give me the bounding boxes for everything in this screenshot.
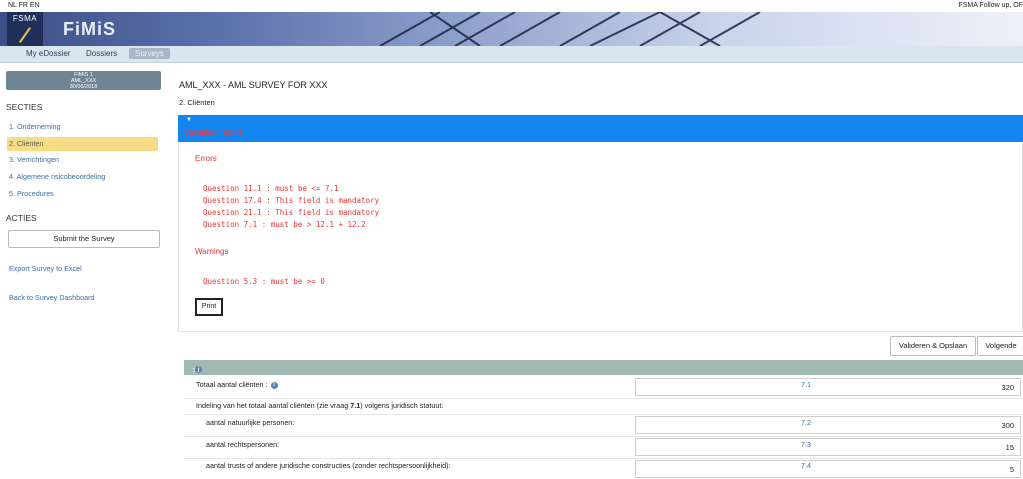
section-title: 2. Cliënten: [179, 98, 215, 107]
error-item: Question 7.1 : must be > 12.1 + 12.2: [203, 220, 366, 229]
validate-save-button[interactable]: Valideren & Opslaan: [890, 336, 976, 356]
trusts-input[interactable]: 5: [635, 460, 1021, 478]
total-clients-input[interactable]: 320: [635, 378, 1021, 396]
sidebar-item-risicobeoordeling[interactable]: 4. Algemene risicobeoordeling: [7, 170, 158, 184]
caret-down-icon: ▼: [186, 117, 192, 123]
error-item: Question 17.4 : This field is mandatory: [203, 196, 380, 205]
language-switcher[interactable]: NL FR EN: [8, 0, 40, 12]
validation-report-label: Validation report: [184, 128, 242, 137]
nav-dossiers[interactable]: Dossiers: [86, 49, 117, 58]
nav-my-edossier[interactable]: My eDossier: [26, 49, 70, 58]
acties-heading: ACTIES: [6, 213, 37, 223]
submit-survey-button[interactable]: Submit the Survey: [8, 230, 160, 248]
sidebar-item-procedures[interactable]: 5. Procedures: [7, 187, 158, 201]
main-nav: My eDossier Dossiers Surveys: [0, 46, 1023, 63]
back-dashboard-link[interactable]: Back to Survey Dashboard: [9, 293, 95, 302]
header-banner: [0, 12, 1023, 46]
legal-persons-input[interactable]: 15: [635, 438, 1021, 456]
error-item: Question 21.1 : This field is mandatory: [203, 208, 380, 217]
section-header-aantal-clienten: 7. Aantal cliënteni: [184, 360, 1023, 393]
validation-report-panel: [178, 142, 1023, 332]
sidebar-item-clienten[interactable]: 2. Cliënten: [7, 137, 158, 151]
top-bar: NL FR EN FSMA Follow up, OF: [0, 0, 1023, 12]
fsma-logo: FSMA: [7, 12, 43, 46]
banner-lines-graphic: [379, 12, 761, 46]
user-menu[interactable]: FSMA Follow up, OF: [958, 0, 1023, 12]
info-icon[interactable]: i: [195, 366, 202, 373]
nav-surveys[interactable]: Surveys: [129, 48, 170, 59]
export-excel-link[interactable]: Export Survey to Excel: [9, 264, 82, 273]
natural-persons-input[interactable]: 300: [635, 416, 1021, 434]
secties-heading: SECTIES: [6, 102, 43, 112]
errors-heading: Errors: [195, 154, 217, 163]
next-button[interactable]: Volgende: [977, 336, 1023, 356]
survey-info-card: FiMiS 1 AML_XXX 30/06/2018: [6, 71, 161, 90]
sidebar-item-verrichtingen[interactable]: 3. Verrichtingen: [7, 153, 158, 167]
warnings-heading: Warnings: [195, 247, 229, 256]
sidebar-item-onderneming[interactable]: 1. Onderneming: [7, 120, 158, 134]
error-item: Question 11.1 : must be <= 7.1: [203, 184, 339, 193]
form-row: Indeling van het totaal aantal cliënten …: [184, 398, 1023, 415]
warning-item: Question 5.3 : must be >= 0: [203, 277, 325, 286]
validation-report-toggle[interactable]: ▼ Validation report: [178, 115, 1023, 142]
print-button[interactable]: Print: [195, 298, 223, 316]
app-brand: FiMiS: [63, 19, 116, 39]
info-icon[interactable]: i: [270, 381, 278, 389]
page-title: AML_XXX - AML SURVEY FOR XXX: [179, 80, 328, 90]
